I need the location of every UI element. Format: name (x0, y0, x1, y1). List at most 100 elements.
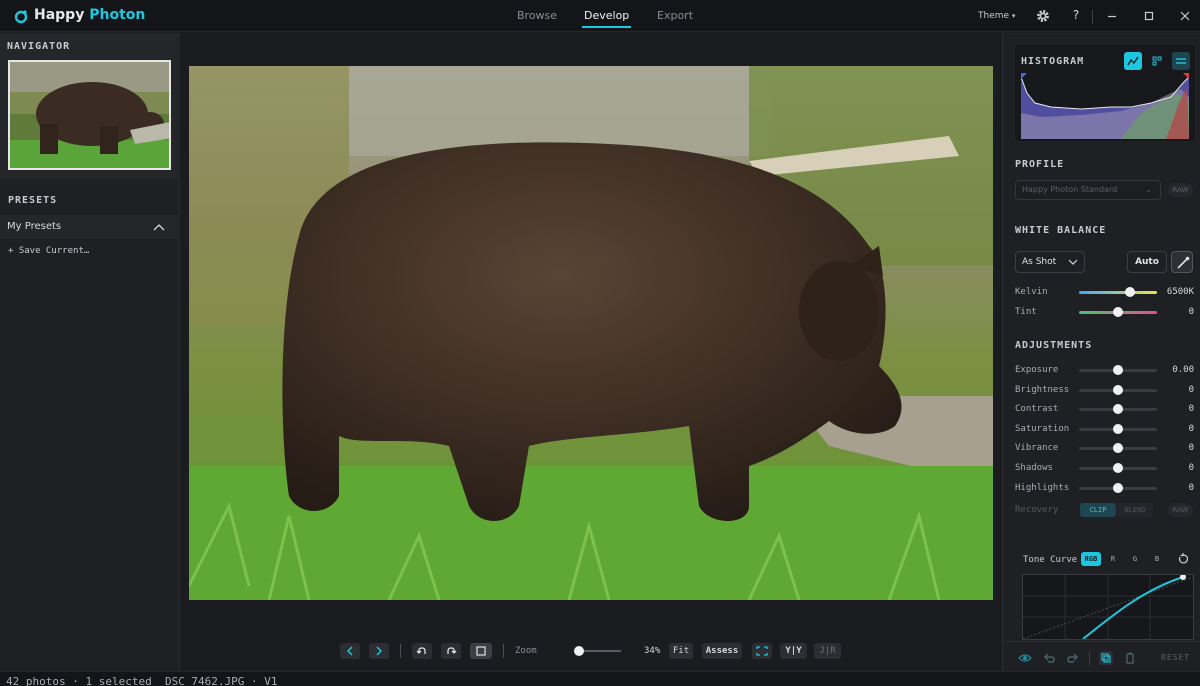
right-panel: HISTOGRAM PROFILE Happy Photon Standard ⌄… (1002, 33, 1200, 671)
titlebar-divider (1092, 10, 1093, 24)
tone-channel-b[interactable]: B (1147, 552, 1167, 566)
shadows-label: Shadows (1015, 463, 1053, 473)
saturation-slider-handle[interactable] (1113, 424, 1123, 434)
vibrance-value: 0 (1188, 443, 1194, 453)
crop-icon[interactable] (470, 643, 492, 659)
left-panel: NAVIGATOR PRESETS My Presets + Save Curr… (0, 33, 180, 671)
help-button[interactable]: ? (1068, 8, 1084, 24)
maximize-icon[interactable] (1141, 8, 1157, 24)
zoom-label: Zoom (515, 646, 537, 656)
tone-channel-rgb[interactable]: RGB (1081, 552, 1101, 566)
kelvin-slider-handle[interactable] (1125, 287, 1136, 297)
app-logo-icon (14, 10, 28, 24)
save-current-preset-button[interactable]: + Save Current… (8, 246, 89, 256)
highlights-slider-handle[interactable] (1113, 483, 1123, 493)
redo-icon[interactable] (1066, 651, 1080, 665)
theme-dropdown[interactable]: Theme ▾ (978, 11, 1015, 21)
recovery-blend-button[interactable]: BLEND (1117, 503, 1153, 517)
vibrance-slider-handle[interactable] (1113, 443, 1123, 453)
right-panel-footer: RESET (1003, 641, 1200, 671)
my-presets-label: My Presets (7, 221, 62, 232)
reset-button[interactable]: RESET (1161, 653, 1190, 662)
white-balance-auto-button[interactable]: Auto (1127, 251, 1167, 273)
minimize-icon[interactable] (1104, 8, 1120, 24)
white-balance-picker-button[interactable] (1171, 251, 1193, 273)
highlights-value: 0 (1188, 483, 1194, 493)
histogram-lines-mode-button[interactable] (1172, 52, 1190, 70)
kelvin-value: 6500K (1166, 287, 1194, 297)
navigator-image (10, 62, 169, 168)
zoom-slider[interactable] (579, 650, 621, 652)
tone-curve-reset-icon[interactable] (1177, 553, 1189, 565)
toolbar-divider (400, 644, 401, 658)
histogram-title: HISTOGRAM (1021, 56, 1085, 67)
profile-dropdown[interactable]: Happy Photon Standard ⌄ (1015, 180, 1161, 200)
recovery-raw-toggle[interactable]: RAW (1168, 503, 1193, 517)
kelvin-slider[interactable] (1079, 291, 1157, 294)
tone-channel-r[interactable]: R (1103, 552, 1123, 566)
toolbar-divider (503, 644, 504, 658)
zoom-slider-handle[interactable] (574, 646, 584, 656)
histogram-curve-mode-button[interactable] (1124, 52, 1142, 70)
menu-lines-icon (1176, 58, 1186, 64)
kelvin-label: Kelvin (1015, 287, 1048, 297)
tone-curve-editor[interactable] (1022, 574, 1194, 640)
histogram-grid-mode-button[interactable] (1148, 52, 1166, 70)
tint-label: Tint (1015, 307, 1037, 317)
previous-photo-icon[interactable] (340, 643, 360, 659)
brightness-label: Brightness (1015, 385, 1070, 395)
exposure-label: Exposure (1015, 365, 1059, 375)
my-presets-header[interactable]: My Presets (0, 215, 180, 239)
exposure-slider-handle[interactable] (1113, 365, 1123, 375)
grid-icon (1152, 56, 1162, 66)
contrast-label: Contrast (1015, 404, 1059, 414)
gear-icon[interactable] (1035, 8, 1051, 24)
main-photo[interactable] (189, 66, 993, 600)
eyedropper-icon (1177, 256, 1190, 269)
app-name: Happy Photon (34, 7, 146, 23)
title-bar: Happy Photon Browse Develop Export Theme… (0, 0, 1200, 32)
eye-icon[interactable] (1018, 651, 1032, 665)
adjustments-title: ADJUSTMENTS (1015, 340, 1093, 351)
shadows-value: 0 (1188, 463, 1194, 473)
brightness-value: 0 (1188, 385, 1194, 395)
histogram-panel: HISTOGRAM (1015, 45, 1195, 141)
recovery-clip-button[interactable]: CLIP (1080, 503, 1116, 517)
exposure-value: 0.00 (1172, 365, 1194, 375)
profile-raw-toggle[interactable]: RAW (1168, 183, 1193, 197)
fullscreen-icon[interactable] (752, 643, 772, 659)
brightness-slider-handle[interactable] (1113, 385, 1123, 395)
fit-button[interactable]: Fit (669, 643, 693, 659)
photo-image (189, 66, 993, 600)
assess-button[interactable]: Assess (702, 643, 742, 659)
zoom-value: 34% (644, 646, 661, 656)
rotate-left-icon[interactable] (412, 643, 432, 659)
copy-settings-icon[interactable] (1099, 651, 1113, 665)
chevron-up-icon[interactable] (153, 222, 165, 232)
white-balance-preset-dropdown[interactable]: As Shot (1015, 251, 1085, 273)
status-text: 42 photos · 1 selected DSC_7462.JPG · V1 (6, 675, 278, 686)
tab-browse[interactable]: Browse (517, 9, 557, 22)
tint-slider-handle[interactable] (1113, 307, 1123, 317)
footer-divider (1089, 651, 1090, 665)
navigator-thumbnail[interactable] (8, 60, 171, 170)
contrast-slider-handle[interactable] (1113, 404, 1123, 414)
undo-icon[interactable] (1042, 651, 1056, 665)
split-view-button[interactable]: J|R (814, 643, 841, 659)
tab-develop[interactable]: Develop (581, 9, 632, 28)
presets-title: PRESETS (8, 195, 58, 206)
tone-channel-g[interactable]: G (1125, 552, 1145, 566)
next-photo-icon[interactable] (369, 643, 389, 659)
profile-title: PROFILE (1015, 159, 1065, 170)
saturation-label: Saturation (1015, 424, 1070, 434)
close-icon[interactable] (1177, 8, 1193, 24)
shadows-slider-handle[interactable] (1113, 463, 1123, 473)
paste-settings-icon[interactable] (1123, 651, 1137, 665)
navigator-title: NAVIGATOR (7, 41, 71, 52)
status-bar: 42 photos · 1 selected DSC_7462.JPG · V1 (0, 671, 1200, 686)
highlights-label: Highlights (1015, 483, 1070, 493)
compare-button[interactable]: Y|Y (780, 643, 807, 659)
tab-export[interactable]: Export (657, 9, 693, 22)
contrast-value: 0 (1188, 404, 1194, 414)
rotate-right-icon[interactable] (441, 643, 461, 659)
